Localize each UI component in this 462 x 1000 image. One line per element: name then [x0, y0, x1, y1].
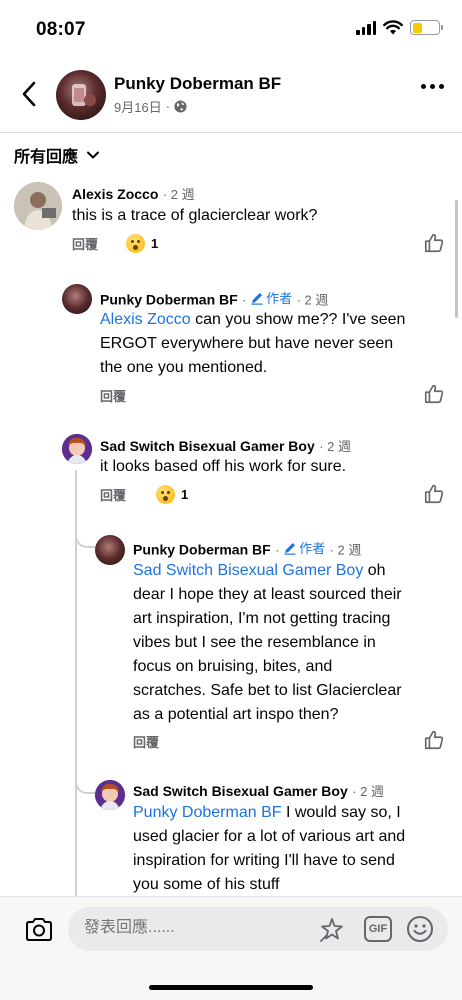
comment-reply: Sad Switch Bisexual Gamer Boy · 2 週 it l… [0, 430, 462, 520]
commenter-avatar[interactable] [95, 535, 125, 565]
mention-link[interactable]: Punky Doberman BF [133, 804, 282, 821]
sticker-icon[interactable] [318, 916, 346, 944]
reply-button[interactable]: 回覆 [72, 234, 98, 253]
back-button[interactable] [14, 78, 44, 110]
like-icon[interactable] [423, 383, 445, 405]
commenter-name[interactable]: Punky Doberman BF [100, 292, 238, 308]
comment-reply: Sad Switch Bisexual Gamer Boy · 2 週 Punk… [0, 776, 462, 896]
comment-time: 2 週 [327, 439, 351, 454]
reaction-count: 1 [181, 487, 189, 502]
mention-link[interactable]: Sad Switch Bisexual Gamer Boy [133, 562, 363, 579]
status-icons [356, 20, 443, 35]
post-meta: 9月16日 · [114, 97, 187, 116]
comment-text: Punky Doberman BF I would say so, I used… [133, 804, 406, 893]
emoji-icon[interactable] [406, 915, 434, 943]
comment-sort-dropdown[interactable]: 所有回應 [14, 143, 100, 167]
comment-text: it looks based off his work for sure. [100, 458, 347, 475]
comment-composer-bar: GIF [0, 896, 462, 1000]
author-badge: 作者 [283, 538, 325, 557]
reaction-summary[interactable]: 1 [156, 485, 188, 504]
reaction-summary[interactable]: 1 [126, 234, 158, 253]
like-icon[interactable] [423, 483, 445, 505]
meta-separator: · [165, 99, 171, 114]
comment-actions: 回覆 1 [72, 234, 158, 253]
comment-text: Alexis Zocco can you show me?? I've seen… [100, 311, 406, 376]
wow-reaction-icon [126, 234, 146, 253]
author-name[interactable]: Punky Doberman BF [114, 74, 281, 94]
comment-input-container[interactable]: GIF [68, 907, 448, 951]
camera-icon[interactable] [24, 917, 54, 943]
comment-input[interactable] [84, 919, 304, 937]
commenter-avatar[interactable] [14, 182, 62, 230]
commenter-name[interactable]: Punky Doberman BF [133, 542, 271, 558]
status-time: 08:07 [36, 19, 86, 40]
comment-reply: Punky Doberman BF · 作者 · 2 週 Sad Switch … [0, 532, 462, 762]
commenter-name[interactable]: Sad Switch Bisexual Gamer Boy [100, 438, 315, 454]
comment-time: 2 週 [360, 784, 384, 799]
comment-time: 2 週 [304, 292, 329, 308]
chevron-down-icon [87, 151, 100, 159]
wifi-icon [383, 20, 403, 35]
status-bar: 08:07 [0, 0, 462, 58]
comment-text: this is a trace of glacierclear work? [72, 207, 318, 224]
gif-button[interactable]: GIF [364, 916, 392, 942]
commenter-name[interactable]: Sad Switch Bisexual Gamer Boy [133, 783, 348, 799]
reply-button[interactable]: 回覆 [100, 386, 126, 405]
home-indicator [149, 985, 313, 990]
comment-time: 2 週 [337, 542, 362, 558]
like-icon[interactable] [423, 729, 445, 751]
post-header: Punky Doberman BF 9月16日 · [0, 62, 462, 128]
commenter-avatar[interactable] [62, 284, 92, 314]
comment-time: 2 週 [170, 187, 195, 202]
chevron-left-icon [22, 81, 36, 107]
post-date: 9月16日 [114, 100, 162, 115]
comment-actions: 回覆 1 [100, 485, 188, 504]
author-avatar[interactable] [56, 70, 106, 120]
comment-actions: 回覆 [133, 732, 159, 751]
reaction-count: 1 [151, 236, 159, 251]
comment: Alexis Zocco · 2 週 this is a trace of gl… [0, 178, 462, 268]
author-badge: 作者 [250, 288, 292, 307]
pencil-icon [284, 542, 296, 555]
reply-button[interactable]: 回覆 [100, 485, 126, 504]
commenter-avatar[interactable] [95, 780, 125, 810]
comment-reply: Punky Doberman BF · 作者 · 2 週 Alexis Zocc… [0, 280, 462, 410]
battery-icon [410, 20, 443, 35]
more-options-button[interactable] [421, 84, 444, 89]
comment-text: Sad Switch Bisexual Gamer Boy oh dear I … [133, 562, 402, 723]
sort-label: 所有回應 [14, 149, 79, 166]
wow-reaction-icon [156, 485, 176, 504]
commenter-avatar[interactable] [62, 434, 92, 464]
pencil-icon [251, 292, 263, 305]
cellular-signal-icon [356, 20, 376, 35]
globe-icon [174, 100, 187, 113]
commenter-name[interactable]: Alexis Zocco [72, 186, 158, 202]
comment-actions: 回覆 [100, 386, 126, 405]
like-icon[interactable] [423, 232, 445, 254]
reply-button[interactable]: 回覆 [133, 732, 159, 751]
mention-link[interactable]: Alexis Zocco [100, 311, 191, 328]
header-divider [0, 132, 462, 133]
